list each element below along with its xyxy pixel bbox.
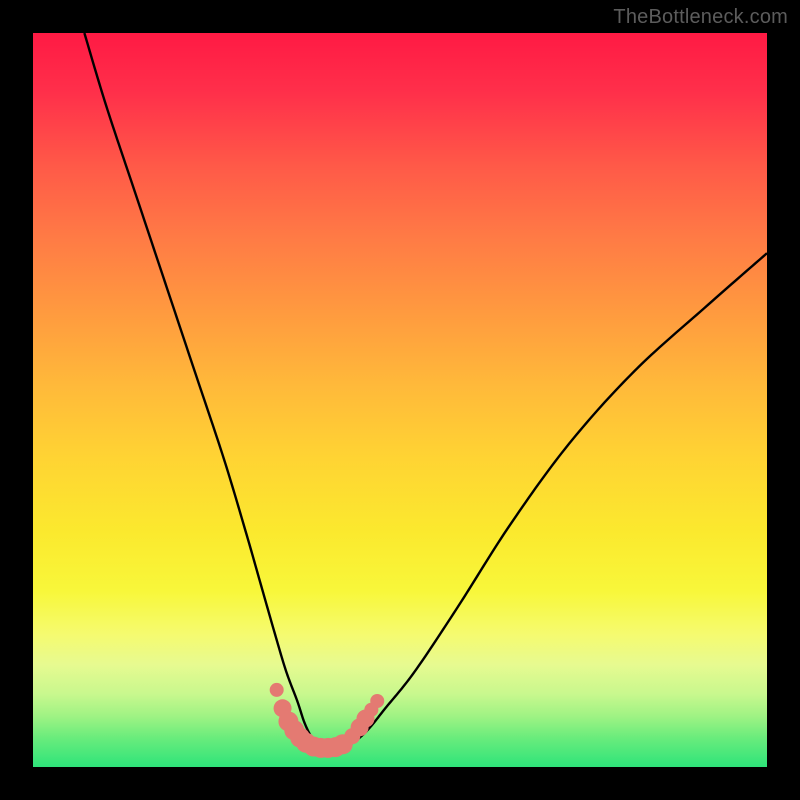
chart-frame: TheBottleneck.com: [0, 0, 800, 800]
curve-layer: [33, 33, 767, 767]
marker-group: [270, 683, 385, 758]
bottleneck-curve: [84, 33, 767, 749]
plot-area: [33, 33, 767, 767]
watermark-text: TheBottleneck.com: [613, 6, 788, 29]
curve-marker: [270, 683, 284, 697]
curve-marker: [370, 694, 384, 708]
